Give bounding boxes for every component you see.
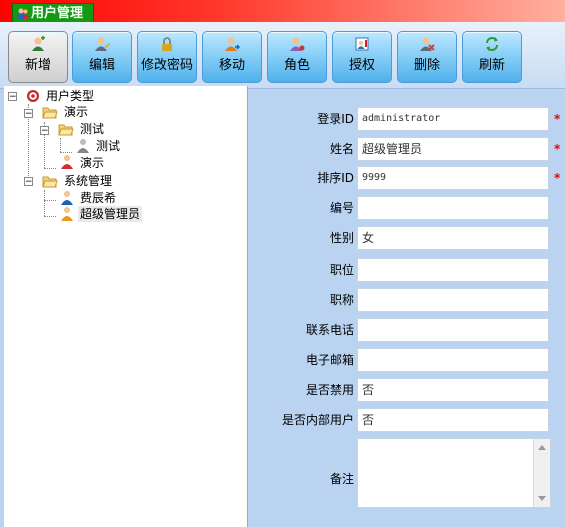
sort-id-field[interactable]: 9999 <box>357 166 549 190</box>
window-title-tab: 用户管理 <box>12 3 95 23</box>
change-password-button-label: 修改密码 <box>140 58 193 73</box>
role-button-label: 角色 <box>283 58 310 73</box>
edit-user-icon <box>95 37 110 51</box>
tree-line <box>44 190 45 216</box>
user-gray-icon <box>77 139 89 153</box>
move-button[interactable]: 移动 <box>202 31 262 83</box>
tree-line <box>44 168 56 169</box>
phone-field[interactable] <box>357 318 549 342</box>
move-user-icon <box>225 37 240 51</box>
lock-icon <box>162 37 172 51</box>
tree-node-label: 费辰希 <box>80 191 117 205</box>
delete-button[interactable]: 删除 <box>397 31 457 83</box>
role-icon <box>290 37 305 51</box>
login-id-field[interactable]: administrator <box>357 107 549 131</box>
tree-node-label: 超级管理员 <box>78 206 143 222</box>
required-mark: * <box>554 171 561 185</box>
user-red-icon <box>61 155 73 169</box>
scroll-up-icon[interactable] <box>538 445 546 450</box>
number-field[interactable] <box>357 196 549 220</box>
name-field[interactable]: 超级管理员 <box>357 137 549 161</box>
tree-line <box>44 200 56 201</box>
email-field[interactable] <box>357 348 549 372</box>
user-form: 登录ID administrator * 姓名 超级管理员 * 排序ID 999… <box>248 86 565 527</box>
role-button[interactable]: 角色 <box>267 31 327 83</box>
tree-collapse-toggle[interactable]: − <box>40 126 49 136</box>
tree-node-label: 用户类型 <box>46 89 95 103</box>
users-icon <box>17 8 29 19</box>
folder-open-icon <box>58 124 74 136</box>
position-label: 职位 <box>329 263 354 277</box>
tree-collapse-toggle[interactable]: − <box>24 109 33 119</box>
position-field[interactable] <box>357 258 549 282</box>
authorize-button[interactable]: 授权 <box>332 31 392 83</box>
name-label: 姓名 <box>329 142 354 156</box>
sort-id-label: 排序ID <box>317 171 354 185</box>
number-label: 编号 <box>329 201 354 215</box>
tree-node-label: 测试 <box>80 122 105 136</box>
required-mark: * <box>554 112 561 126</box>
title-field[interactable] <box>357 288 549 312</box>
tree-collapse-toggle[interactable]: − <box>8 92 17 102</box>
tree-node-label: 测试 <box>96 139 121 153</box>
delete-user-icon <box>420 37 435 51</box>
change-password-button[interactable]: 修改密码 <box>137 31 197 83</box>
gender-label: 性别 <box>329 231 354 245</box>
required-mark: * <box>554 142 561 156</box>
remark-textarea[interactable] <box>357 438 551 508</box>
edit-button-label: 编辑 <box>88 58 115 73</box>
folder-open-icon <box>42 107 58 119</box>
target-icon <box>27 90 39 102</box>
refresh-button[interactable]: 刷新 <box>462 31 522 83</box>
scroll-down-icon[interactable] <box>538 496 546 501</box>
phone-label: 联系电话 <box>305 323 354 337</box>
refresh-icon <box>486 37 498 51</box>
remark-scrollbar[interactable] <box>533 439 550 507</box>
edit-button[interactable]: 编辑 <box>72 31 132 83</box>
internal-user-label: 是否内部用户 <box>281 413 354 427</box>
user-orange-icon <box>61 207 73 221</box>
tree-line <box>44 216 56 217</box>
add-button-label: 新增 <box>24 58 51 73</box>
disabled-field[interactable]: 否 <box>357 378 549 402</box>
title-bar: 用户管理 <box>0 0 565 23</box>
tree-node-label: 演示 <box>64 105 89 119</box>
title-label: 职称 <box>329 293 354 307</box>
move-button-label: 移动 <box>218 58 245 73</box>
refresh-button-label: 刷新 <box>478 58 505 73</box>
add-button[interactable]: 新增 <box>8 31 68 83</box>
tree-line <box>60 138 61 152</box>
tree-line <box>60 152 72 153</box>
gender-field[interactable]: 女 <box>357 226 549 250</box>
internal-user-field[interactable]: 否 <box>357 408 549 432</box>
toolbar: 新增 编辑 修改密码 移动 角色 授权 删除 刷新 <box>0 22 565 89</box>
tree-collapse-toggle[interactable]: − <box>24 177 33 187</box>
remark-label: 备注 <box>329 472 354 486</box>
user-tree: − 用户类型 − 演示 − 测试 测试 演示 − 系统管理 费辰希 超级管理员 <box>4 86 248 527</box>
delete-button-label: 删除 <box>413 58 440 73</box>
tree-node-label: 系统管理 <box>64 174 113 188</box>
user-blue-icon <box>61 191 73 205</box>
disabled-label: 是否禁用 <box>305 383 354 397</box>
window-title: 用户管理 <box>31 6 84 21</box>
login-id-label: 登录ID <box>317 112 354 126</box>
email-label: 电子邮箱 <box>305 353 354 367</box>
authorize-icon <box>355 37 369 51</box>
tree-node-label: 演示 <box>80 156 105 170</box>
authorize-button-label: 授权 <box>348 58 375 73</box>
folder-open-icon <box>42 176 58 188</box>
add-user-icon <box>32 36 45 51</box>
